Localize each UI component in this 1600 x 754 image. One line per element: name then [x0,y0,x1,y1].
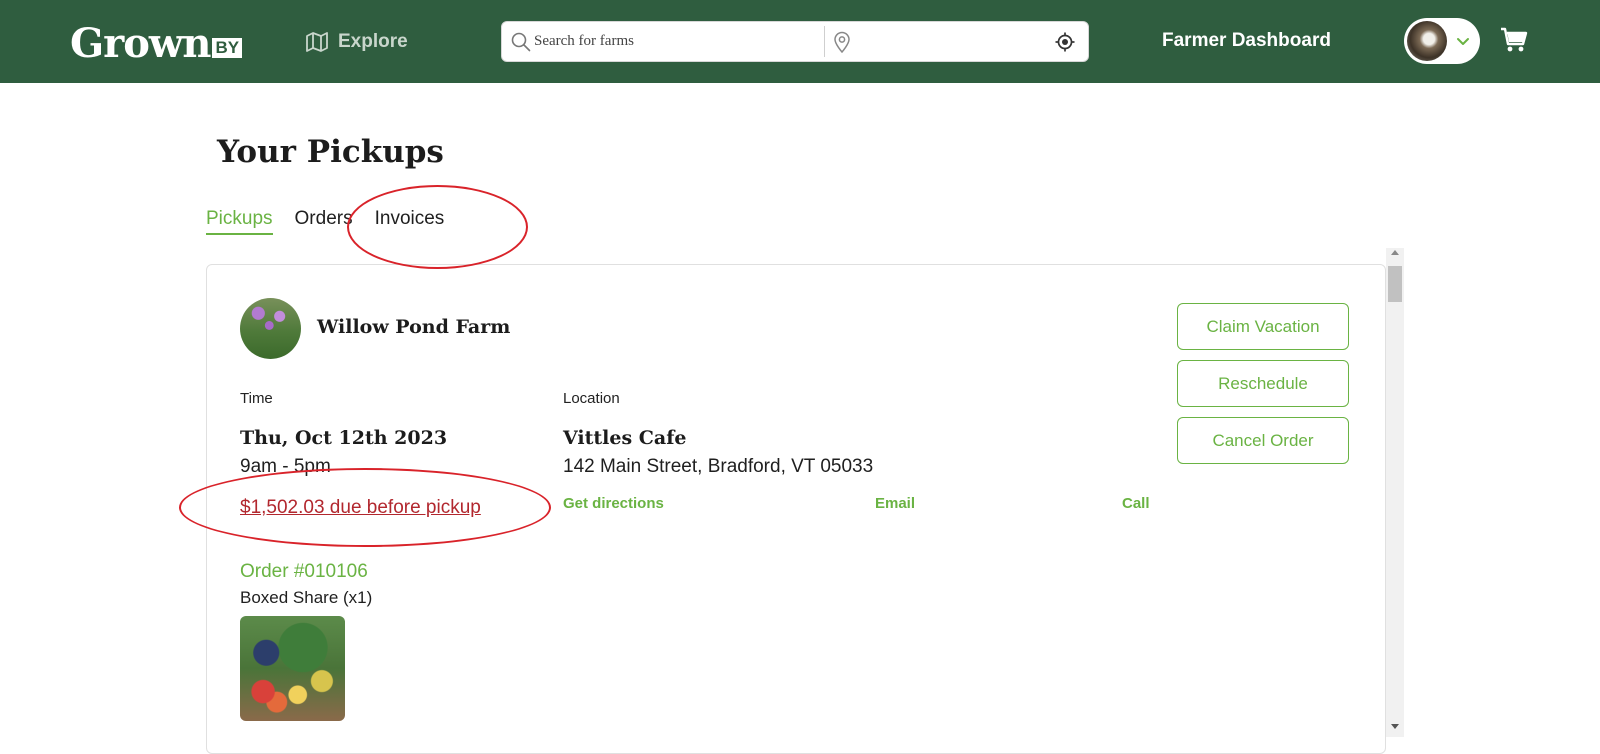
logo-text: Grown [70,20,211,67]
farmer-dashboard-link[interactable]: Farmer Dashboard [1162,30,1331,52]
tab-pickups[interactable]: Pickups [206,208,273,235]
chevron-down-icon [1456,34,1470,52]
logo-by-badge: BY [212,38,243,58]
order-item: Boxed Share (x1) [240,588,373,607]
scrollbar[interactable] [1386,248,1404,737]
pickup-tabs: Pickups Orders Invoices [206,208,466,235]
order-item-image [240,616,345,721]
amount-due-link[interactable]: $1,502.03 due before pickup [240,497,481,519]
time-label: Time [240,390,273,407]
cart-icon[interactable] [1500,27,1528,58]
search-farms-input[interactable] [534,22,824,61]
pickup-date: Thu, Oct 12th 2023 [240,427,448,449]
location-pin-icon [833,31,851,58]
search-divider [824,26,825,57]
order-number-link[interactable]: Order #010106 [240,561,368,583]
locate-target-icon[interactable] [1055,32,1075,57]
page-title: Your Pickups [217,134,444,170]
call-link[interactable]: Call [1122,495,1150,512]
top-navigation-bar: Grown BY Explore Search for farms Farmer… [0,0,1600,83]
email-link[interactable]: Email [875,495,915,512]
location-label: Location [563,390,620,407]
tab-orders[interactable]: Orders [295,208,353,235]
search-bar [501,21,1089,62]
avatar [1407,21,1447,61]
farm-avatar [240,298,301,359]
tab-invoices[interactable]: Invoices [375,208,445,235]
grownby-logo[interactable]: Grown BY [70,16,243,67]
scroll-down-arrow-icon[interactable] [1391,724,1399,729]
scrollbar-thumb[interactable] [1388,266,1402,302]
explore-label: Explore [338,31,408,52]
scroll-up-arrow-icon[interactable] [1391,250,1399,255]
get-directions-link[interactable]: Get directions [563,495,664,512]
location-address: 142 Main Street, Bradford, VT 05033 [563,456,874,477]
farm-name[interactable]: Willow Pond Farm [317,316,510,338]
search-icon [511,32,531,57]
account-menu-button[interactable] [1404,18,1480,64]
location-name: Vittles Cafe [563,427,687,449]
explore-link[interactable]: Explore [306,28,408,56]
location-input[interactable] [858,22,1048,61]
pickup-hours: 9am - 5pm [240,456,331,477]
reschedule-button[interactable]: Reschedule [1177,360,1349,407]
cancel-order-button[interactable]: Cancel Order [1177,417,1349,464]
map-icon [306,32,328,52]
claim-vacation-button[interactable]: Claim Vacation [1177,303,1349,350]
